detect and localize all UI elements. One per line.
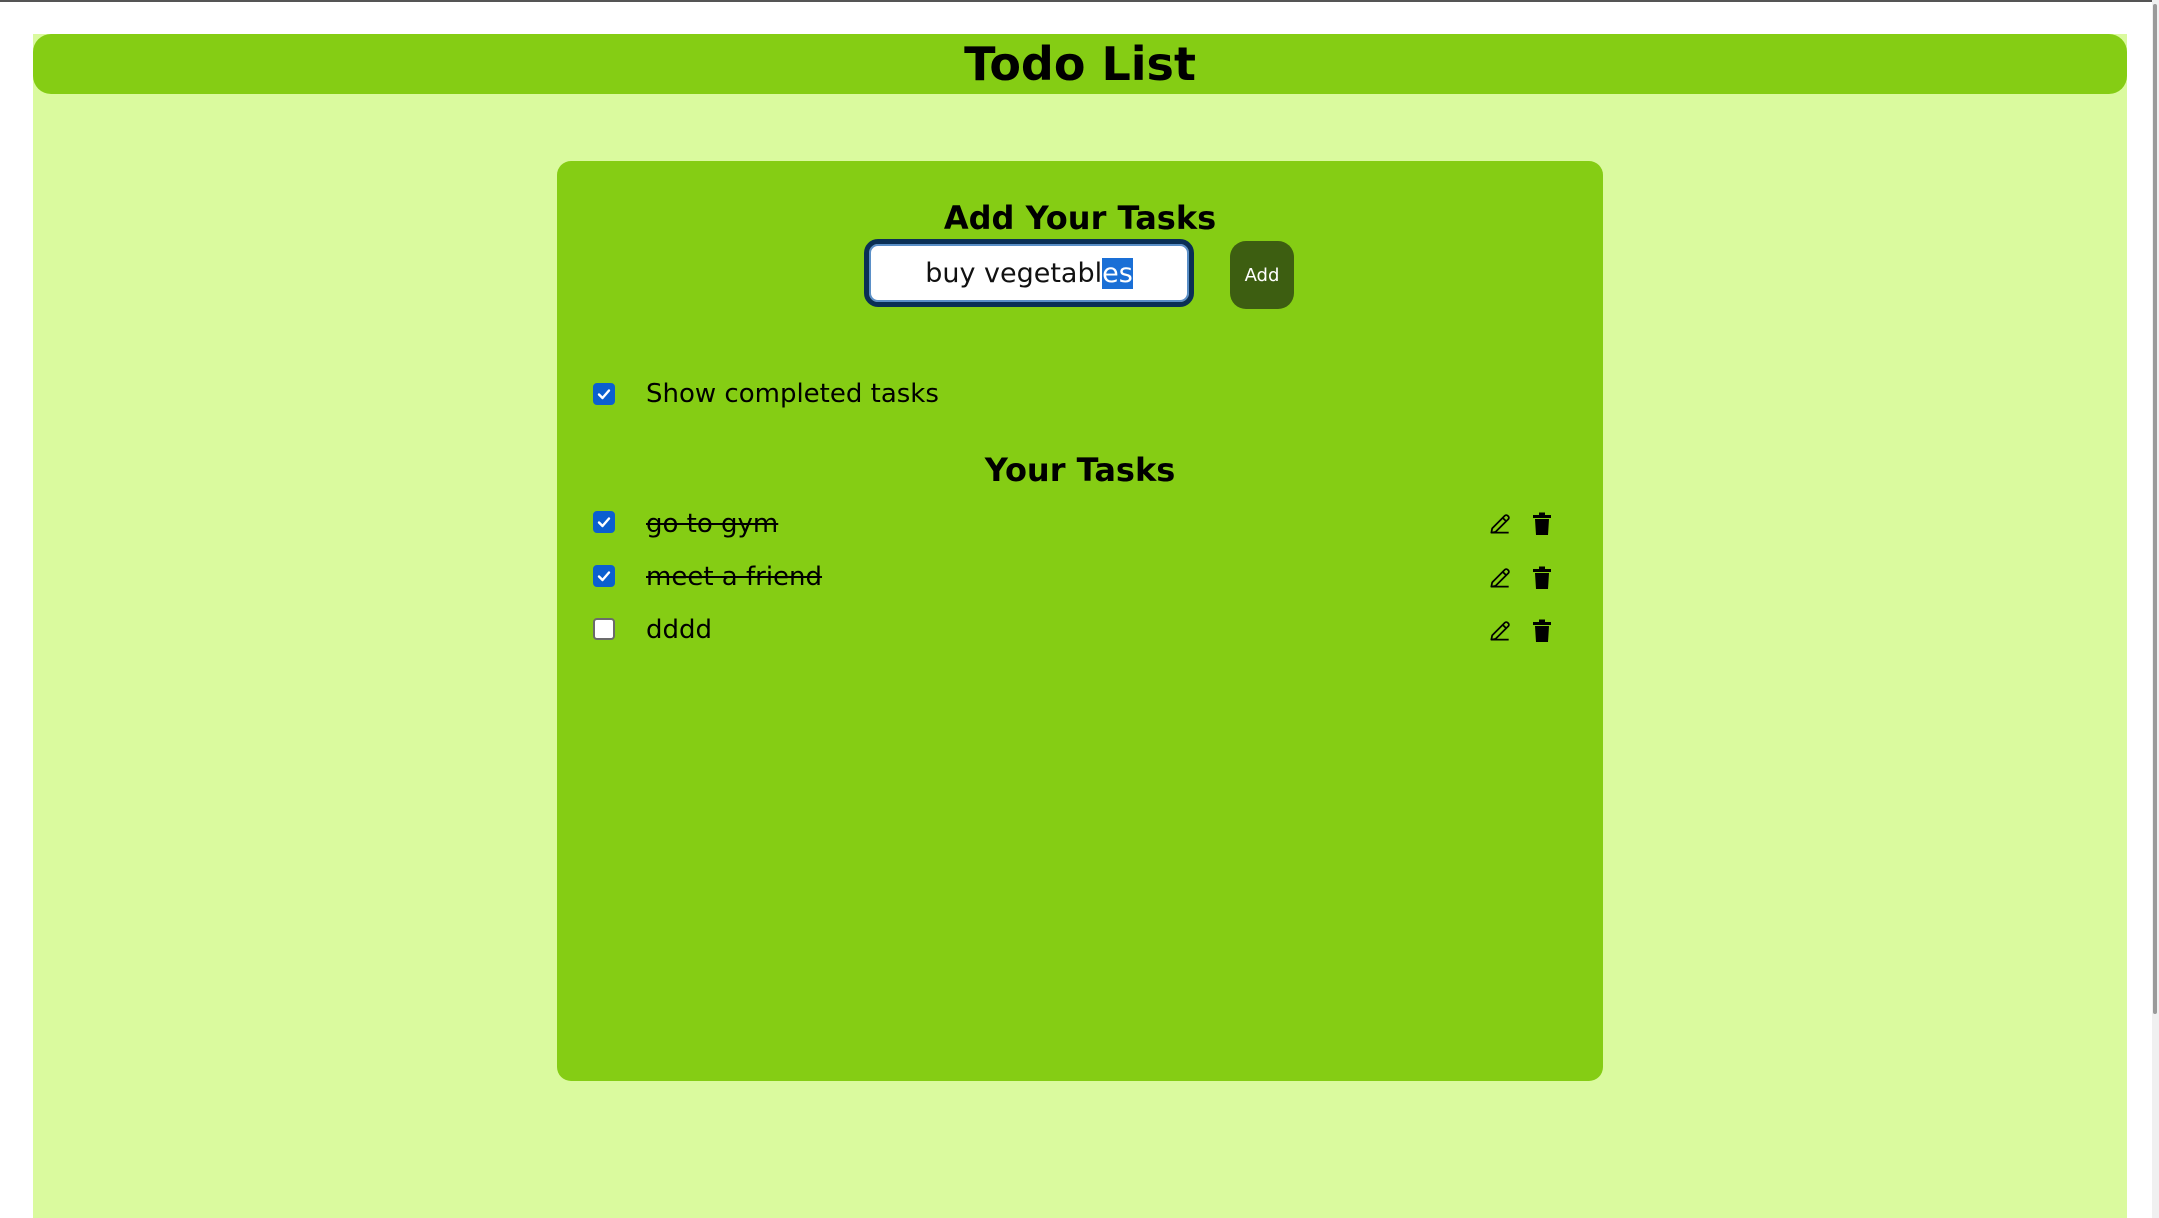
trash-icon[interactable] <box>1527 509 1557 539</box>
checkmark-icon <box>597 571 611 582</box>
task-text: go to gym <box>646 509 779 539</box>
show-completed-label: Show completed tasks <box>646 379 939 409</box>
task-checkbox[interactable] <box>593 511 615 533</box>
task-checkbox[interactable] <box>593 565 615 587</box>
task-input[interactable]: buy vegetabl es <box>864 239 1194 307</box>
page-title: Todo List <box>964 37 1196 91</box>
page-scrollbar-thumb[interactable] <box>2153 4 2157 1014</box>
add-button[interactable]: Add <box>1230 241 1294 309</box>
show-completed-checkbox[interactable] <box>593 383 615 405</box>
task-text: meet a friend <box>646 562 823 592</box>
task-input-text: buy vegetabl <box>925 257 1103 289</box>
window-top-border <box>0 0 2159 2</box>
todo-panel: Add Your Tasks buy vegetabl es Add Show c… <box>557 161 1603 1081</box>
trash-icon[interactable] <box>1527 563 1557 593</box>
checkmark-icon <box>597 517 611 528</box>
pencil-icon[interactable] <box>1485 616 1515 646</box>
pencil-icon[interactable] <box>1485 563 1515 593</box>
task-checkbox[interactable] <box>593 618 615 640</box>
checkmark-icon <box>597 389 611 400</box>
task-text: dddd <box>646 615 713 645</box>
add-tasks-heading: Add Your Tasks <box>943 199 1217 237</box>
header-bar: Todo List <box>33 34 2127 94</box>
your-tasks-heading: Your Tasks <box>984 451 1176 489</box>
pencil-icon[interactable] <box>1485 509 1515 539</box>
trash-icon[interactable] <box>1527 616 1557 646</box>
task-input-selected-text: es <box>1102 257 1133 289</box>
